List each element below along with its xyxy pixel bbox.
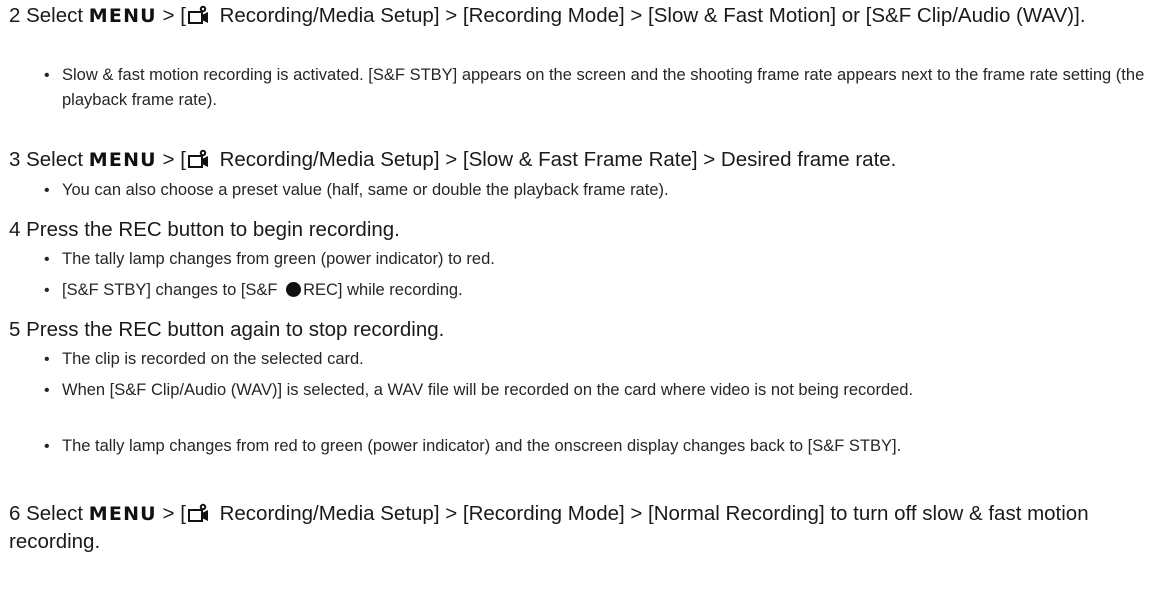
step-5-bullet-3: The tally lamp changes from red to green… (44, 434, 1150, 459)
menu-button-label: MENU (88, 503, 157, 525)
step-number: 6 (9, 502, 21, 525)
camera-setup-icon (188, 5, 210, 25)
camera-setup-icon (188, 149, 210, 169)
step-verb: Select (26, 502, 84, 525)
step-5-bullet-1: The clip is recorded on the selected car… (44, 347, 1150, 372)
step-2-bullet-1: Slow & fast motion recording is activate… (44, 63, 1150, 113)
step-number: 3 (9, 148, 21, 171)
step-text: Recording/Media Setup] > [Slow & Fast Fr… (213, 148, 897, 171)
bullet-text: [S&F STBY] changes to [S&F (62, 281, 283, 299)
menu-button-label: MENU (88, 149, 157, 171)
step-4-heading: 4 Press the REC button to begin recordin… (9, 216, 1152, 244)
step-3-heading: 3 Select MENU > [ Recording/Media Setup]… (9, 146, 1152, 174)
step-5-bullet-2: When [S&F Clip/Audio (WAV)] is selected,… (44, 378, 1150, 403)
step-number: 5 (9, 318, 21, 341)
bullet-text: REC] while recording. (303, 281, 463, 299)
step-verb: Select (26, 148, 84, 171)
step-5-heading: 5 Press the REC button again to stop rec… (9, 316, 1152, 344)
step-separator: > [ (156, 4, 186, 27)
step-verb: Select (26, 4, 84, 27)
step-number: 2 (9, 4, 21, 27)
step-number: 4 (9, 218, 21, 241)
step-2-heading: 2 Select MENU > [ Recording/Media Setup]… (9, 2, 1152, 30)
step-text: Press the REC button to begin recording. (26, 218, 400, 241)
step-separator: > [ (156, 148, 186, 171)
step-4-bullet-1: The tally lamp changes from green (power… (44, 247, 1150, 272)
step-text: Press the REC button again to stop recor… (26, 318, 445, 341)
step-6-heading: 6 Select MENU > [ Recording/Media Setup]… (9, 500, 1152, 556)
menu-button-label: MENU (88, 5, 157, 27)
rec-dot-icon (286, 282, 302, 297)
step-4-bullet-2: [S&F STBY] changes to [S&F REC] while re… (44, 278, 1150, 303)
step-text: Recording/Media Setup] > [Recording Mode… (213, 4, 1086, 27)
step-3-bullet-1: You can also choose a preset value (half… (44, 178, 1150, 203)
step-separator: > [ (156, 502, 186, 525)
camera-setup-icon (188, 503, 210, 523)
